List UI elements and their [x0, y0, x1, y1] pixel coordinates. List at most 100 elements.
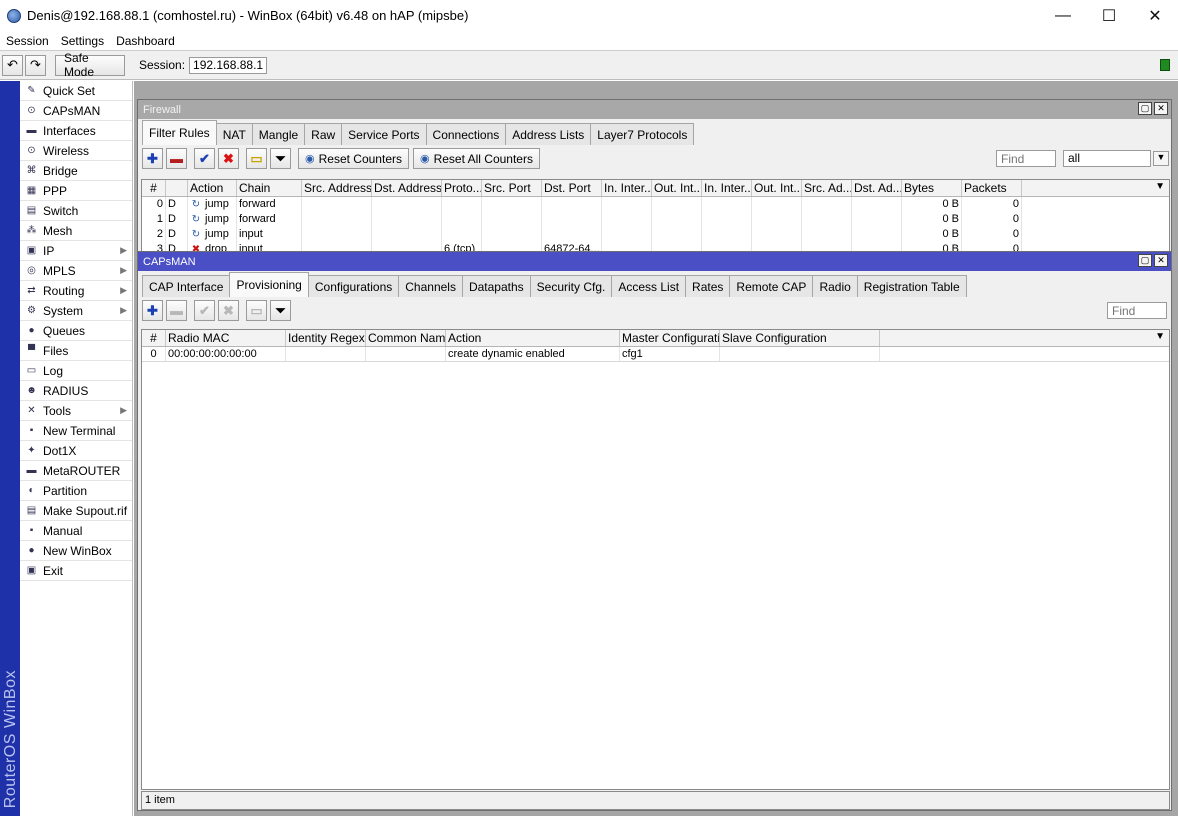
- firewall-tab-raw[interactable]: Raw: [304, 123, 343, 145]
- maximize-button[interactable]: ☐: [1086, 0, 1132, 31]
- column-header-in-inter[interactable]: In. Inter...: [702, 180, 752, 196]
- column-header-radio-mac[interactable]: Radio MAC: [166, 330, 286, 346]
- firewall-tab-layer7-protocols[interactable]: Layer7 Protocols: [590, 123, 695, 145]
- column-header-proto[interactable]: Proto...: [442, 180, 482, 196]
- capsman-tab-security-cfg[interactable]: Security Cfg.: [529, 275, 613, 297]
- reset-counters-button[interactable]: ◉ Reset Counters: [298, 148, 409, 169]
- sidebar-item-metarouter[interactable]: ▬ MetaROUTER: [20, 461, 132, 481]
- capsman-tab-cap-interface[interactable]: CAP Interface: [142, 275, 231, 297]
- remove-rule-button[interactable]: ▬: [166, 148, 187, 169]
- sidebar-item-ip[interactable]: ▣ IP ▶: [20, 241, 132, 261]
- column-header-common-nam[interactable]: Common Nam...: [366, 330, 446, 346]
- sidebar-item-log[interactable]: ▭ Log: [20, 361, 132, 381]
- redo-button[interactable]: ↷: [25, 54, 46, 76]
- column-header-action[interactable]: Action: [446, 330, 620, 346]
- column-header-dst-ad[interactable]: Dst. Ad...: [852, 180, 902, 196]
- column-header-blank[interactable]: #: [142, 330, 166, 346]
- disable-rule-button[interactable]: ✖: [218, 148, 239, 169]
- sidebar-item-mesh[interactable]: ⁂ Mesh: [20, 221, 132, 241]
- add-provisioning-button[interactable]: ✚: [142, 300, 163, 321]
- comment-provisioning-button[interactable]: ▭: [246, 300, 267, 321]
- firewall-tab-mangle[interactable]: Mangle: [251, 123, 306, 145]
- sidebar-item-new-winbox[interactable]: ● New WinBox: [20, 541, 132, 561]
- column-header-dst-address[interactable]: Dst. Address: [372, 180, 442, 196]
- firewall-maximize-button[interactable]: ▢: [1138, 102, 1152, 115]
- capsman-maximize-button[interactable]: ▢: [1138, 254, 1152, 267]
- sidebar-item-tools[interactable]: ✕ Tools ▶: [20, 401, 132, 421]
- capsman-titlebar[interactable]: CAPsMAN ▢ ✕: [138, 252, 1171, 271]
- undo-button[interactable]: ↶: [2, 54, 23, 76]
- column-header-blank[interactable]: [166, 180, 188, 196]
- capsman-tab-rates[interactable]: Rates: [685, 275, 731, 297]
- sidebar-item-manual[interactable]: ▪ Manual: [20, 521, 132, 541]
- sidebar-item-switch[interactable]: ▤ Switch: [20, 201, 132, 221]
- sidebar-item-queues[interactable]: ● Queues: [20, 321, 132, 341]
- sidebar-item-exit[interactable]: ▣ Exit: [20, 561, 132, 581]
- filter-button[interactable]: ⏷: [270, 148, 291, 169]
- firewall-tab-address-lists[interactable]: Address Lists: [505, 123, 592, 145]
- capsman-tab-remote-cap[interactable]: Remote CAP: [729, 275, 814, 297]
- table-row[interactable]: 1 D ↻ jump forward 0 B0: [142, 212, 1169, 227]
- column-header-in-inter[interactable]: In. Inter...: [602, 180, 652, 196]
- capsman-filter-button[interactable]: ⏷: [270, 300, 291, 321]
- safe-mode-button[interactable]: Safe Mode: [55, 51, 125, 79]
- firewall-find-input[interactable]: [996, 150, 1056, 167]
- firewall-tab-filter-rules[interactable]: Filter Rules: [142, 120, 217, 145]
- session-address-field[interactable]: 192.168.88.1: [189, 56, 268, 74]
- minimize-button[interactable]: —: [1040, 0, 1086, 31]
- sidebar-item-dot1x[interactable]: ✦ Dot1X: [20, 441, 132, 461]
- enable-provisioning-button[interactable]: ✔: [194, 300, 215, 321]
- capsman-tab-datapaths[interactable]: Datapaths: [461, 275, 531, 297]
- enable-rule-button[interactable]: ✔: [194, 148, 215, 169]
- column-chooser-icon[interactable]: ▼: [1155, 331, 1165, 342]
- column-header-src-ad[interactable]: Src. Ad...: [802, 180, 852, 196]
- firewall-filter-select[interactable]: all: [1063, 150, 1151, 167]
- table-row[interactable]: 0 D ↻ jump forward 0 B0: [142, 197, 1169, 212]
- sidebar-item-radius[interactable]: ☻ RADIUS: [20, 381, 132, 401]
- column-header-chain[interactable]: Chain: [237, 180, 302, 196]
- firewall-tab-service-ports[interactable]: Service Ports: [341, 123, 427, 145]
- capsman-tab-access-list[interactable]: Access List: [611, 275, 687, 297]
- firewall-titlebar[interactable]: Firewall ▢ ✕: [138, 100, 1171, 119]
- sidebar-item-make-supout-rif[interactable]: ▤ Make Supout.rif: [20, 501, 132, 521]
- menu-session[interactable]: Session: [0, 34, 55, 48]
- column-header-slave-configuration[interactable]: Slave Configuration: [720, 330, 880, 346]
- sidebar-item-mpls[interactable]: ◎ MPLS ▶: [20, 261, 132, 281]
- capsman-tab-provisioning[interactable]: Provisioning: [229, 272, 309, 297]
- sidebar-item-interfaces[interactable]: ▬ Interfaces: [20, 121, 132, 141]
- column-header-dst-port[interactable]: Dst. Port: [542, 180, 602, 196]
- capsman-find-input[interactable]: [1107, 302, 1167, 319]
- filter-dropdown-icon[interactable]: ▼: [1153, 151, 1169, 166]
- sidebar-item-routing[interactable]: ⇄ Routing ▶: [20, 281, 132, 301]
- menu-dashboard[interactable]: Dashboard: [110, 34, 181, 48]
- firewall-close-button[interactable]: ✕: [1154, 102, 1168, 115]
- table-row[interactable]: 0 00:00:00:00:00:00 create dynamic enabled…: [142, 347, 1169, 362]
- firewall-tab-connections[interactable]: Connections: [425, 123, 507, 145]
- add-rule-button[interactable]: ✚: [142, 148, 163, 169]
- disable-provisioning-button[interactable]: ✖: [218, 300, 239, 321]
- sidebar-item-capsman[interactable]: ⊙ CAPsMAN: [20, 101, 132, 121]
- column-header-out-int[interactable]: Out. Int...: [652, 180, 702, 196]
- table-row[interactable]: 2 D ↻ jump input 0 B0: [142, 227, 1169, 242]
- sidebar-item-files[interactable]: ▀ Files: [20, 341, 132, 361]
- capsman-tab-configurations[interactable]: Configurations: [307, 275, 400, 297]
- close-button[interactable]: ✕: [1132, 0, 1178, 31]
- capsman-tab-channels[interactable]: Channels: [398, 275, 463, 297]
- column-header-out-int[interactable]: Out. Int...: [752, 180, 802, 196]
- capsman-tab-radio[interactable]: Radio: [812, 275, 858, 297]
- menu-settings[interactable]: Settings: [55, 34, 110, 48]
- column-header-blank[interactable]: #: [142, 180, 166, 196]
- column-header-src-port[interactable]: Src. Port: [482, 180, 542, 196]
- sidebar-item-bridge[interactable]: ⌘ Bridge: [20, 161, 132, 181]
- sidebar-item-new-terminal[interactable]: ▪ New Terminal: [20, 421, 132, 441]
- firewall-tab-nat[interactable]: NAT: [215, 123, 253, 145]
- column-chooser-icon[interactable]: ▼: [1155, 181, 1165, 192]
- capsman-close-button[interactable]: ✕: [1154, 254, 1168, 267]
- column-header-master-configurati[interactable]: Master Configurati...: [620, 330, 720, 346]
- column-header-bytes[interactable]: Bytes: [902, 180, 962, 196]
- sidebar-item-wireless[interactable]: ⊙ Wireless: [20, 141, 132, 161]
- reset-all-counters-button[interactable]: ◉ Reset All Counters: [412, 148, 540, 169]
- sidebar-item-system[interactable]: ⚙ System ▶: [20, 301, 132, 321]
- sidebar-item-quick-set[interactable]: ✎ Quick Set: [20, 81, 132, 101]
- capsman-tab-registration-table[interactable]: Registration Table: [856, 275, 967, 297]
